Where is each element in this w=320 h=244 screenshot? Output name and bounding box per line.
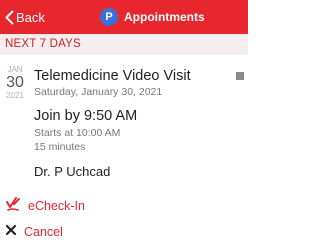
echeck-in-button[interactable]: eCheck-In [5, 196, 85, 216]
section-header: NEXT 7 DAYS [0, 34, 248, 55]
join-by-time: Join by 9:50 AM [34, 108, 138, 124]
appointment-date: Saturday, January 30, 2021 [34, 86, 163, 98]
date-year: 2021 [6, 91, 24, 100]
back-button[interactable]: Back [5, 8, 45, 26]
appointment-date-badge: JAN 30 2021 [5, 66, 25, 100]
page-title: Appointments [124, 10, 205, 24]
date-day: 30 [6, 74, 24, 91]
cancel-button[interactable]: Cancel [5, 222, 63, 242]
nav-bar: Back P Appointments [0, 0, 248, 34]
provider-name: Dr. P Uchcad [34, 164, 111, 179]
echeck-in-label: eCheck-In [28, 199, 85, 213]
section-header-label: NEXT 7 DAYS [5, 38, 81, 50]
chevron-left-icon [5, 10, 14, 25]
back-label: Back [16, 9, 45, 25]
start-time: Starts at 10:00 AM [34, 127, 121, 139]
cancel-label: Cancel [24, 225, 63, 239]
status-indicator-icon [236, 72, 244, 80]
close-icon [5, 223, 17, 241]
appointment-duration: 15 minutes [34, 141, 86, 153]
date-month: JAN [7, 65, 23, 74]
checkmark-pen-icon [5, 196, 21, 217]
appointment-title[interactable]: Telemedicine Video Visit [34, 68, 191, 84]
app-logo-icon: P [100, 8, 118, 26]
